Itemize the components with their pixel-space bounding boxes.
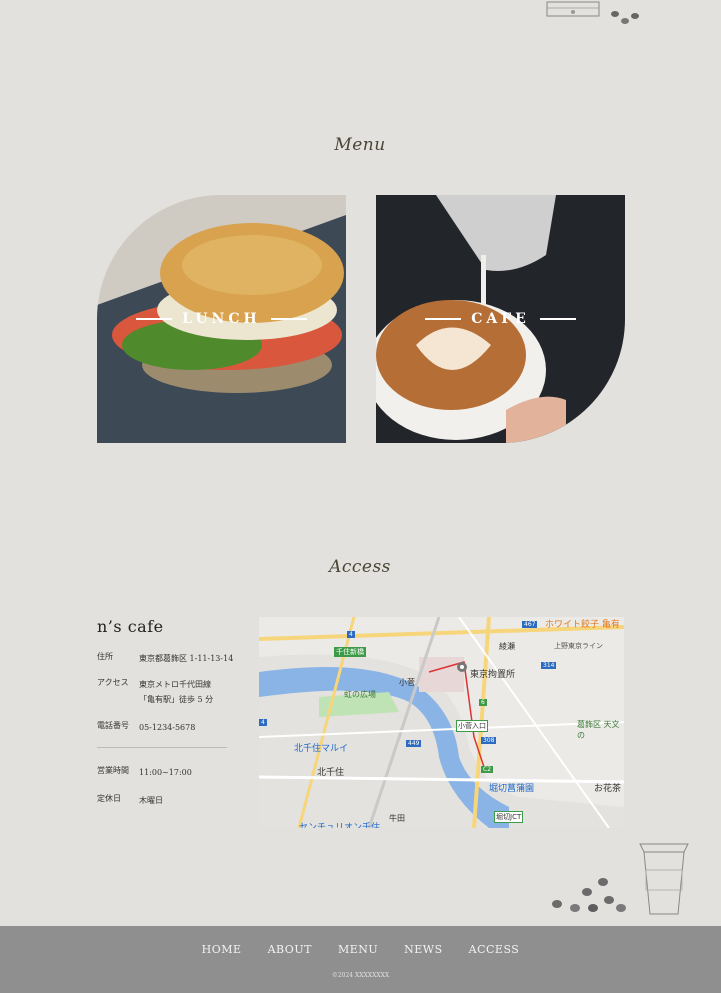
footer-nav-access[interactable]: ACCESS (469, 943, 520, 956)
map-route-number: 314 (541, 662, 557, 669)
access-section-title: Access (329, 557, 391, 577)
access-value-line2: 「亀有駅」徒歩 5 分 (139, 695, 214, 704)
phone-value: 05-1234-5678 (139, 723, 196, 732)
phone-row: 電話番号 05-1234-5678 (97, 720, 195, 735)
map-label: お花茶 (594, 784, 622, 794)
map-label: 綾瀬 (499, 642, 515, 651)
info-divider (97, 747, 227, 748)
coffee-beans-icon (611, 11, 639, 24)
menu-section-title: Menu (334, 135, 386, 155)
map-route-number: 6 (479, 699, 487, 706)
closed-day-row: 定休日 木曜日 (97, 793, 163, 808)
address-label: 住所 (97, 652, 113, 661)
map-route-number: 4 (347, 631, 355, 638)
map-route-number: 308 (481, 737, 497, 744)
map-label: ホワイト餃子 亀有 (545, 620, 620, 630)
map-label: 堀切菖蒲園 (489, 784, 535, 794)
closed-day-value: 木曜日 (139, 796, 163, 805)
map-label: 千住新橋 (334, 647, 366, 657)
map-label: 上野東京ライン (554, 642, 603, 650)
footer-nav-home[interactable]: HOME (202, 943, 242, 956)
map-label: 小菅 (399, 678, 415, 687)
map-label: 牛田 (389, 814, 405, 823)
coffee-beans-icon (552, 878, 626, 912)
map-route-number: 4 (259, 719, 267, 726)
access-label: アクセス (97, 678, 129, 687)
address-row: 住所 東京都葛飾区 1-11-13-14 (97, 651, 233, 666)
map-label: 北千住 (317, 768, 345, 778)
closed-day-label: 定休日 (97, 794, 121, 803)
cafe-card-label: CAFE (471, 311, 530, 327)
access-value-line1: 東京メトロ千代田線 (139, 680, 211, 689)
copyright: ©2024 XXXXXXXX (331, 972, 390, 979)
map-route-number: 449 (406, 740, 422, 747)
cafe-menu-card[interactable]: CAFE (376, 195, 625, 443)
map-label: 北千住マルイ (294, 744, 349, 754)
map-label: 堀切JCT (494, 811, 524, 823)
hours-row: 営業時間 11:00~17:00 (97, 765, 192, 780)
footer-nav: HOME ABOUT MENU NEWS ACCESS (0, 943, 721, 956)
map-label: 虹の広場 (344, 690, 376, 699)
map-label: 小菅入口 (456, 720, 488, 732)
footer-nav-news[interactable]: NEWS (404, 943, 443, 956)
map-label: 東京拘置所 (470, 670, 516, 680)
hours-label: 営業時間 (97, 766, 129, 775)
lunch-card-label: LUNCH (182, 311, 261, 327)
map-label: 葛飾区 天文の (577, 720, 620, 740)
location-map[interactable]: ホワイト餃子 亀有 綾瀬 上野東京ライン 東京拘置所 千住新橋 虹の広場 小菅 … (259, 617, 624, 828)
map-label: センチュリオン千住 (299, 823, 381, 828)
lunch-menu-card[interactable]: LUNCH (97, 195, 346, 443)
site-footer: HOME ABOUT MENU NEWS ACCESS ©2024 XXXXXX… (0, 926, 721, 993)
phone-label: 電話番号 (97, 721, 129, 730)
footer-nav-menu[interactable]: MENU (338, 943, 378, 956)
coffee-grinder-icon (546, 1, 600, 17)
footer-nav-about[interactable]: ABOUT (268, 943, 312, 956)
hours-value: 11:00~17:00 (139, 768, 192, 777)
map-route-number: C2 (481, 766, 494, 773)
access-row: アクセス 東京メトロ千代田線 「亀有駅」徒歩 5 分 (97, 677, 213, 707)
takeaway-coffee-cup-icon (639, 843, 689, 915)
address-value: 東京都葛飾区 1-11-13-14 (139, 654, 234, 663)
shop-name: n’s cafe (97, 617, 164, 636)
map-route-number: 467 (522, 621, 538, 628)
